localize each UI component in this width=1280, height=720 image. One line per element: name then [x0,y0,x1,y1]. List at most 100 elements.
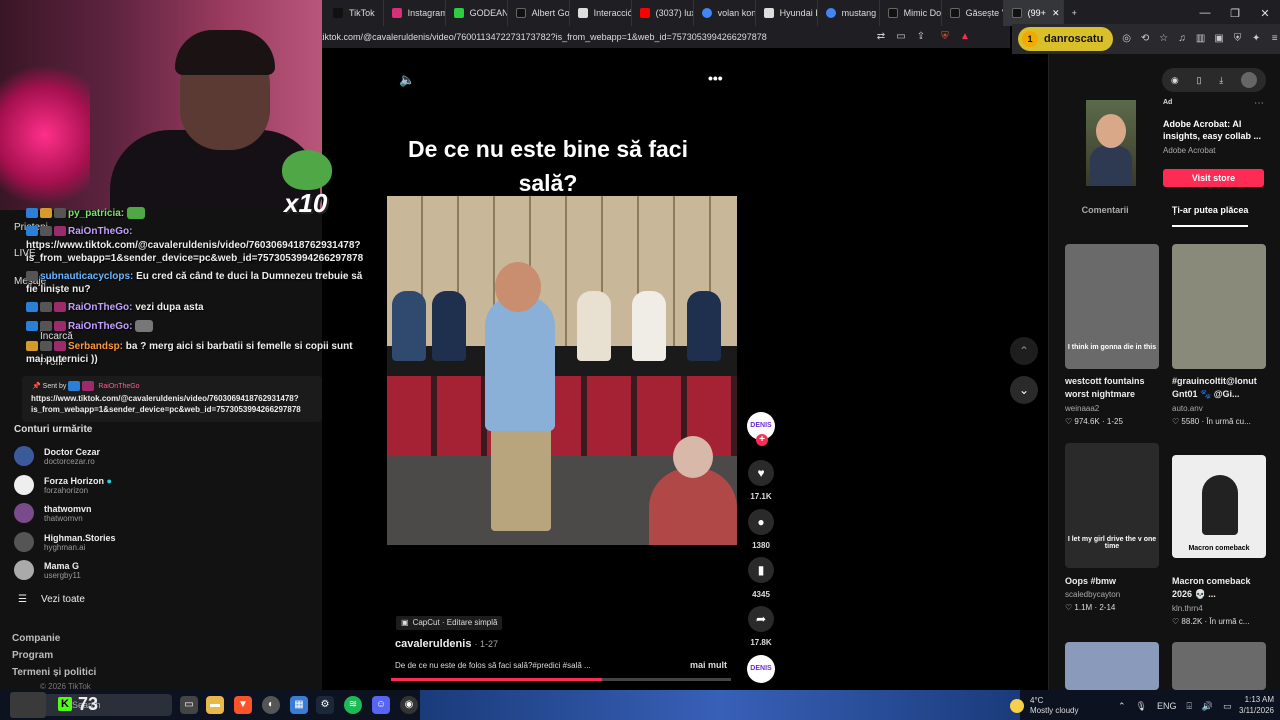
tab-tiktok[interactable]: TikTok [325,0,384,26]
recommended-title[interactable]: westcott fountains worst nightmare [1065,375,1159,401]
chevron-up-icon[interactable]: ⌃ [1118,701,1126,712]
more-button[interactable]: mai mult [690,660,727,670]
sent-link[interactable]: https://www.tiktok.com/@cavaleruldenis/v… [31,393,331,415]
new-tab-button[interactable]: + [1064,0,1085,26]
tab-interaccion[interactable]: Interacción [570,0,632,26]
following-item[interactable]: thatwomvn thatwomvn [14,503,92,523]
file-explorer-icon[interactable]: ▬ [206,696,224,714]
footer-terms[interactable]: Termeni și politici [12,667,96,678]
wallet-icon[interactable]: ▣ [1214,32,1225,46]
close-tab-icon[interactable]: ✕ [1052,8,1060,19]
share-icon[interactable]: ⇪ [914,30,928,44]
video-player[interactable] [387,196,737,545]
recommended-author[interactable]: weinaaa2 [1065,404,1159,413]
rewards-icon[interactable]: ▲ [958,30,972,44]
cast-icon[interactable]: ▭ [894,30,908,44]
tab-godeanu[interactable]: GODEANU [446,0,508,26]
tab-albert[interactable]: Albert Gode [508,0,570,26]
discord-icon[interactable]: ☺ [372,696,390,714]
language-indicator[interactable]: ENG [1157,701,1177,711]
recommended-author[interactable]: auto.anv [1172,404,1266,413]
following-item[interactable]: Mama Gusergby11 [14,560,81,580]
tab-recommended[interactable]: Ți-ar putea plăcea [1171,205,1249,227]
recommended-thumbnail[interactable] [1172,642,1266,690]
microphone-icon[interactable]: 🎙 [1136,701,1147,712]
steam-icon[interactable]: ⚙ [316,696,334,714]
brave-shield-icon[interactable]: ⛨ [938,30,952,44]
footer-program[interactable]: Program [12,650,53,661]
ellipsis-icon[interactable]: ••• [708,70,723,86]
recommended-thumbnail[interactable]: I think im gonna die in this [1065,244,1159,369]
tab-instagram[interactable]: Instagram [384,0,446,26]
close-window-button[interactable]: ✕ [1250,0,1280,26]
tab-google-volan[interactable]: volan kona [694,0,756,26]
follow-plus-icon[interactable]: + [756,434,768,446]
like-button[interactable]: ♥ [748,460,774,486]
sidebar-icon[interactable]: ▥ [1195,32,1206,46]
clock[interactable]: 1:13 AM 3/11/2026 [1212,694,1274,716]
tab-gaseste[interactable]: Găsește 'VI [942,0,1004,26]
recommended-thumbnail[interactable] [1172,244,1266,369]
ad-title[interactable]: Adobe Acrobat: AI insights, easy collab … [1163,118,1267,142]
recommended-title[interactable]: Oops #bmw [1065,575,1159,588]
video-author[interactable]: cavaleruldenis · 1-27 [395,638,498,650]
following-item[interactable]: Doctor Cezar doctorcezar.ro [14,446,100,466]
capcut-tag[interactable]: ▣ CapCut · Editare simplă [396,616,503,630]
audience-person [687,291,721,361]
phone-icon[interactable]: ▯ [1197,75,1202,86]
leo-icon[interactable]: ✦ [1251,32,1262,46]
translate-icon[interactable]: ⇄ [874,30,888,44]
previous-video-button[interactable]: ⌃ [1010,337,1038,365]
share-button[interactable]: ➦ [748,606,774,632]
creator-avatar[interactable]: DENIS + [747,412,775,446]
url-field[interactable]: tiktok.com/@cavaleruldenis/video/7600113… [320,28,880,46]
recommended-title[interactable]: #grauincoltit@lonut Gnt01 🐾 @Gi... [1172,375,1266,401]
sound-avatar[interactable]: DENIS [747,655,775,683]
store-icon[interactable]: ▦ [290,696,308,714]
following-item[interactable]: Highman.Stories hyghman.ai [14,532,116,552]
recommended-thumbnail[interactable]: Macron comeback [1172,455,1266,558]
tab-active-tiktok[interactable]: (99+ ✕ [1003,0,1064,26]
following-item[interactable]: Forza Horizon ● forzahorizon [14,475,112,495]
weather-widget[interactable]: 4°C Mostly cloudy [1010,694,1120,718]
tab-hyundai[interactable]: Hyundai IO [756,0,818,26]
video-progress[interactable] [391,678,731,681]
download-icon[interactable]: ⤓ [1219,75,1223,86]
visit-store-button[interactable]: Visit store [1163,169,1264,187]
ad-image[interactable] [1086,100,1136,186]
tab-youtube[interactable]: (3037) luxur [632,0,694,26]
footer-company[interactable]: Companie [12,633,60,644]
profile-button[interactable]: 1 danroscatu [1018,27,1114,51]
spotify-icon[interactable]: ≋ [344,696,362,714]
sync-icon[interactable]: ⟲ [1140,32,1151,46]
recommended-thumbnail[interactable]: I let my girl drive the v one time [1065,443,1159,568]
recommended-title[interactable]: Macron comeback 2026 💀 ... [1172,575,1266,601]
recommended-thumbnail[interactable] [1065,642,1159,690]
pepe-emote [282,150,332,190]
brave-icon[interactable]: ▼ [234,696,252,714]
bookmark-icon[interactable]: ☆ [1158,32,1169,46]
speaker-icon[interactable]: 🔈 [399,72,415,88]
tab-google-mustang[interactable]: mustang m [818,0,880,26]
see-all-link[interactable]: ☰ Vezi toate [18,594,85,605]
app-icon[interactable]: ◐ [262,696,280,714]
vpn-icon[interactable]: ⛨ [1232,32,1243,46]
obs-icon[interactable]: ◉ [400,696,418,714]
music-icon[interactable]: ♫ [1177,32,1188,46]
recommended-author[interactable]: scaledbycayton [1065,590,1159,599]
extension-icon[interactable]: ◎ [1121,32,1132,46]
compass-icon[interactable]: ◉ [1171,75,1179,86]
comment-button[interactable]: ● [748,509,774,535]
recommended-author[interactable]: kln.thrn4 [1172,604,1266,613]
menu-icon[interactable]: ≡ [1269,32,1280,46]
user-avatar-icon[interactable] [1241,72,1258,88]
maximize-button[interactable]: ❐ [1220,0,1250,26]
network-icon[interactable]: ⌹ [1187,701,1192,712]
next-video-button[interactable]: ⌄ [1010,376,1038,404]
task-view-icon[interactable]: ▭ [180,696,198,714]
ad-options-icon[interactable]: ⋯ [1254,98,1264,109]
minimize-button[interactable]: — [1190,0,1220,26]
save-button[interactable]: ▮ [748,557,774,583]
tab-mimic[interactable]: Mimic Dog [880,0,942,26]
tab-comments[interactable]: Comentarii [1082,205,1129,227]
